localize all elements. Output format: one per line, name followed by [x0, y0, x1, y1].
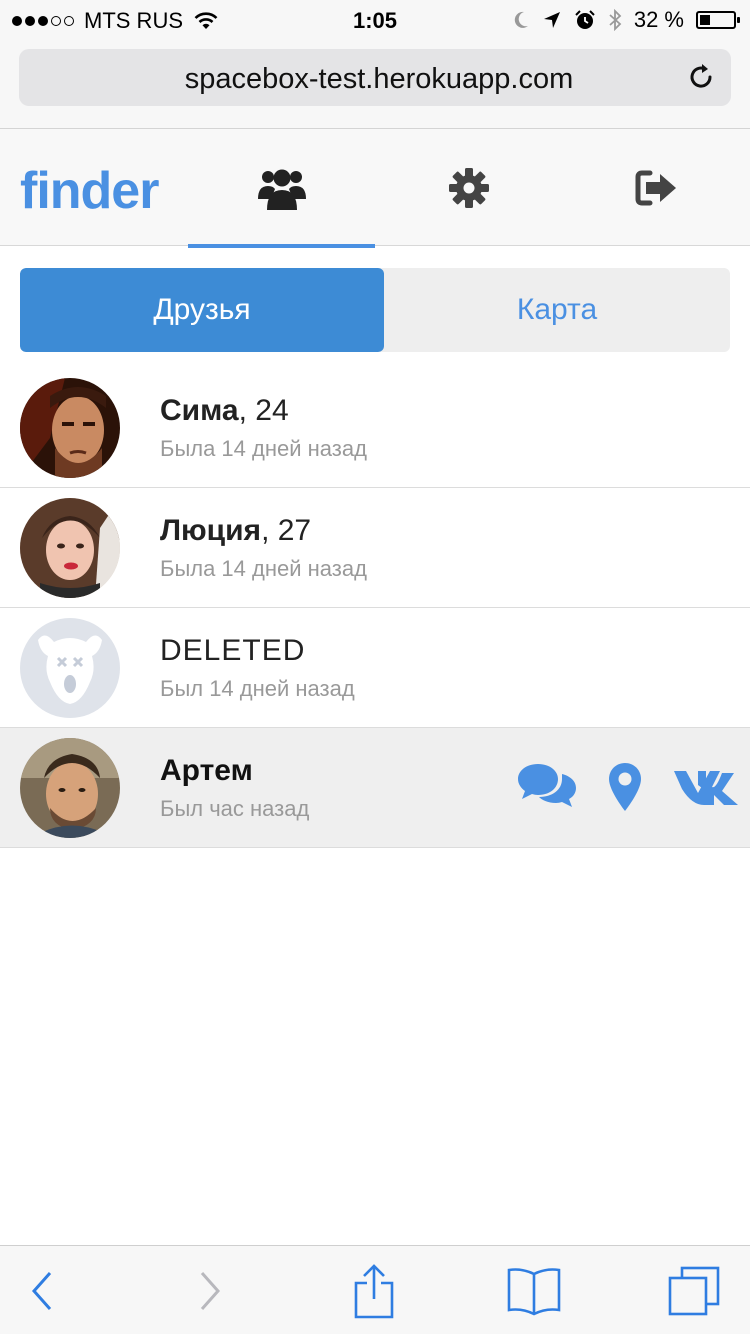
share-button[interactable] [344, 1264, 404, 1319]
back-button[interactable] [12, 1266, 72, 1316]
browser-toolbar [0, 1245, 750, 1334]
reload-icon[interactable] [685, 61, 717, 93]
sign-out-icon [635, 170, 676, 206]
friend-name: Артем [160, 754, 253, 787]
vk-icon[interactable] [672, 767, 740, 807]
forward-button[interactable] [180, 1266, 240, 1316]
segment-friends-button[interactable]: Друзья [20, 268, 384, 352]
users-icon [257, 169, 306, 210]
share-icon [354, 1264, 394, 1319]
moon-icon [514, 11, 528, 28]
tabs-icon [668, 1266, 720, 1316]
back-icon [31, 1272, 52, 1310]
avatar [20, 738, 120, 838]
nav-tab-logout[interactable] [562, 129, 750, 247]
bookmarks-icon [507, 1268, 561, 1316]
segment-map-button[interactable]: Карта [384, 268, 730, 352]
friend-last-seen: Была 14 дней назад [160, 436, 367, 461]
bookmarks-button[interactable] [504, 1266, 564, 1316]
avatar [20, 498, 120, 598]
status-bar: MTS RUS 1:05 32 % [0, 0, 750, 40]
view-segmented-control: Друзья Карта [20, 268, 730, 352]
finder-logo[interactable]: finder [20, 161, 159, 221]
friends-list: Сима, 24 Была 14 дней назад Люция, 27 Бы… [0, 368, 750, 848]
url-text[interactable]: spacebox-test.herokuapp.com [69, 63, 689, 96]
deleted-avatar-icon [20, 618, 120, 718]
comments-icon[interactable] [516, 762, 578, 812]
nav-tab-settings[interactable] [375, 129, 562, 247]
battery-icon [696, 11, 740, 29]
tabs-button[interactable] [664, 1266, 724, 1316]
gear-icon [448, 168, 489, 208]
friend-last-seen: Был час назад [160, 796, 310, 821]
friend-row[interactable]: Люция, 27 Была 14 дней назад [0, 488, 750, 608]
friend-name: Люция, 27 [160, 514, 312, 547]
battery-percent: 32 % [633, 7, 684, 32]
friend-row[interactable]: Сима, 24 Была 14 дней назад [0, 368, 750, 488]
friend-row[interactable]: DELETED Был 14 дней назад [0, 608, 750, 728]
location-arrow-icon [543, 12, 560, 28]
forward-icon [200, 1272, 221, 1310]
nav-tab-friends[interactable] [188, 129, 375, 248]
friend-row-selected[interactable]: Артем Был час назад [0, 728, 750, 848]
avatar [20, 378, 120, 478]
friend-last-seen: Была 14 дней назад [160, 556, 367, 581]
browser-address-area: spacebox-test.herokuapp.com [0, 40, 750, 128]
friend-last-seen: Был 14 дней назад [160, 676, 355, 701]
status-bar-right: 32 % [512, 7, 740, 33]
map-marker-icon[interactable] [608, 762, 642, 812]
row-actions [516, 762, 740, 812]
friend-name: Сима, 24 [160, 394, 289, 427]
friend-name: DELETED [160, 634, 306, 667]
alarm-icon [575, 10, 595, 29]
app-header: finder [0, 128, 750, 248]
bluetooth-icon [609, 9, 622, 31]
address-bar[interactable]: spacebox-test.herokuapp.com [19, 49, 731, 106]
